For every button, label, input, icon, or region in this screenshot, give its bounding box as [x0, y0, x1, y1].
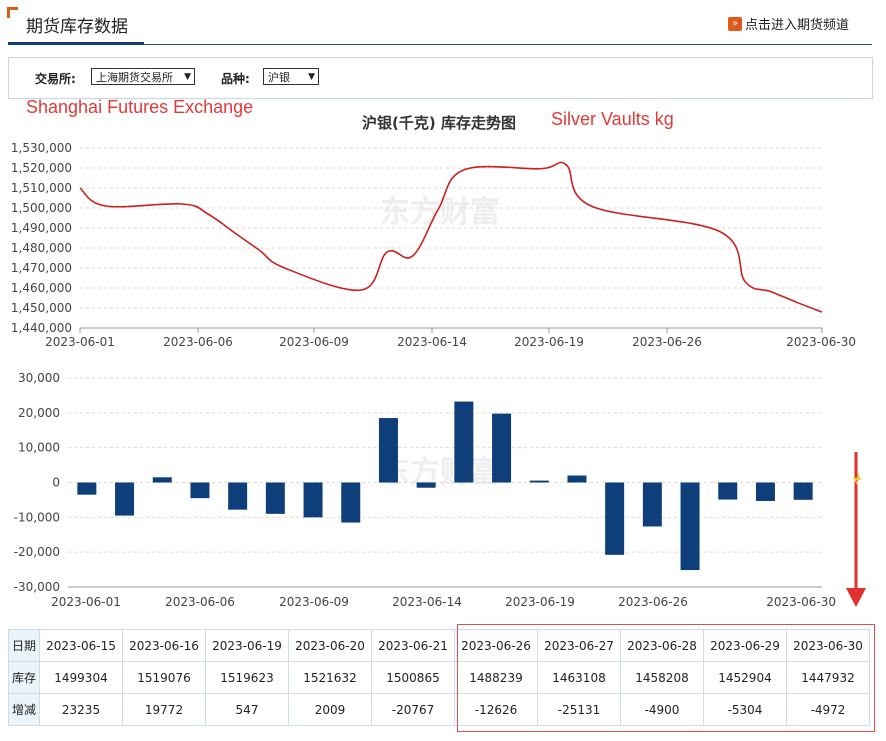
red-down-arrow-icon: [846, 452, 866, 607]
bar-chart: -30,000 -20,000 -10,000 0 10,000 20,000 30,000…: [14, 371, 836, 609]
change-bar: [642, 482, 662, 527]
bar-chart-y-tick: 30,000: [18, 371, 60, 385]
table-cell: 1521632: [288, 661, 372, 694]
inventory-line: [79, 161, 823, 313]
table-cell: 2023-06-16: [122, 629, 206, 662]
change-bar: [115, 482, 135, 516]
row-header: 增减: [8, 693, 40, 726]
table-cell: 23235: [39, 693, 123, 726]
bar-chart-x-tick: 2023-06-30: [766, 595, 836, 609]
change-bar: [492, 413, 512, 483]
highlight-box: [457, 624, 875, 732]
change-bar: [228, 482, 248, 510]
line-chart-y-tick: 1,480,000: [11, 241, 72, 255]
table-cell: -20767: [371, 693, 455, 726]
bar-chart-x-tick: 2023-06-19: [505, 595, 575, 609]
line-chart-x-tick: 2023-06-19: [514, 335, 584, 349]
line-chart-x-tick: 2023-06-26: [632, 335, 702, 349]
table-cell: 1519623: [205, 661, 289, 694]
line-chart-x-tick: 2023-06-14: [397, 335, 467, 349]
line-chart-y-tick: 1,500,000: [11, 201, 72, 215]
line-chart-y-tick: 1,490,000: [11, 221, 72, 235]
bar-chart-x-tick: 2023-06-01: [51, 595, 121, 609]
line-chart-y-tick: 1,440,000: [11, 321, 72, 335]
bar-chart-y-tick: 20,000: [18, 406, 60, 420]
change-bar: [303, 482, 323, 518]
table-cell: 2023-06-19: [205, 629, 289, 662]
bar-chart-x-tick: 2023-06-14: [392, 595, 462, 609]
table-cell: 2009: [288, 693, 372, 726]
bar-chart-x-tick: 2023-06-26: [618, 595, 688, 609]
change-bar: [680, 482, 700, 571]
bar-chart-x-tick: 2023-06-09: [279, 595, 349, 609]
line-chart: 1,440,000 1,450,000 1,460,000 1,470,000 1,48…: [11, 141, 856, 349]
line-chart-y-tick: 1,470,000: [11, 261, 72, 275]
bar-chart-y-tick: 10,000: [18, 441, 60, 455]
change-bar: [190, 482, 210, 499]
bar-chart-y-tick: 0: [52, 476, 60, 490]
table-cell: 547: [205, 693, 289, 726]
change-bar: [529, 480, 549, 483]
table-cell: 19772: [122, 693, 206, 726]
line-chart-x-tick: 2023-06-01: [45, 335, 115, 349]
change-bar: [454, 401, 474, 483]
line-chart-y-tick: 1,530,000: [11, 141, 72, 155]
line-chart-x-tick: 2023-06-06: [163, 335, 233, 349]
line-chart-title: 沪银(千克) 库存走势图: [362, 114, 516, 132]
line-chart-x-tick: 2023-06-30: [786, 335, 856, 349]
change-bar: [416, 482, 436, 488]
table-cell: 2023-06-21: [371, 629, 455, 662]
change-bar: [755, 482, 775, 501]
change-bar: [152, 477, 172, 483]
change-bar: [265, 482, 285, 514]
change-bar: [341, 482, 361, 523]
change-bar: [605, 482, 625, 555]
row-header: 库存: [8, 661, 40, 694]
table-cell: 2023-06-15: [39, 629, 123, 662]
line-chart-y-tick: 1,460,000: [11, 281, 72, 295]
table-cell: 1499304: [39, 661, 123, 694]
row-header: 日期: [8, 629, 40, 662]
table-cell: 1500865: [371, 661, 455, 694]
charts-canvas: 沪银(千克) 库存走势图 东方财富 东方财富 1,440,000 1,450,00…: [11, 114, 866, 609]
change-bar: [793, 482, 813, 500]
change-bar: [718, 482, 738, 500]
bar-chart-y-tick: -30,000: [14, 580, 60, 594]
line-chart-y-tick: 1,450,000: [11, 301, 72, 315]
change-bar: [378, 418, 398, 483]
table-cell: 2023-06-20: [288, 629, 372, 662]
bar-chart-watermark: 东方财富: [380, 455, 500, 490]
line-chart-y-tick: 1,510,000: [11, 181, 72, 195]
bar-chart-y-tick: -20,000: [14, 545, 60, 559]
change-bar: [77, 482, 97, 495]
bar-chart-y-tick: -10,000: [14, 510, 60, 524]
line-chart-watermark: 东方财富: [380, 195, 500, 230]
change-bar: [567, 475, 587, 483]
table-cell: 1519076: [122, 661, 206, 694]
bar-chart-x-tick: 2023-06-06: [165, 595, 235, 609]
line-chart-x-tick: 2023-06-09: [279, 335, 349, 349]
line-chart-y-tick: 1,520,000: [11, 161, 72, 175]
